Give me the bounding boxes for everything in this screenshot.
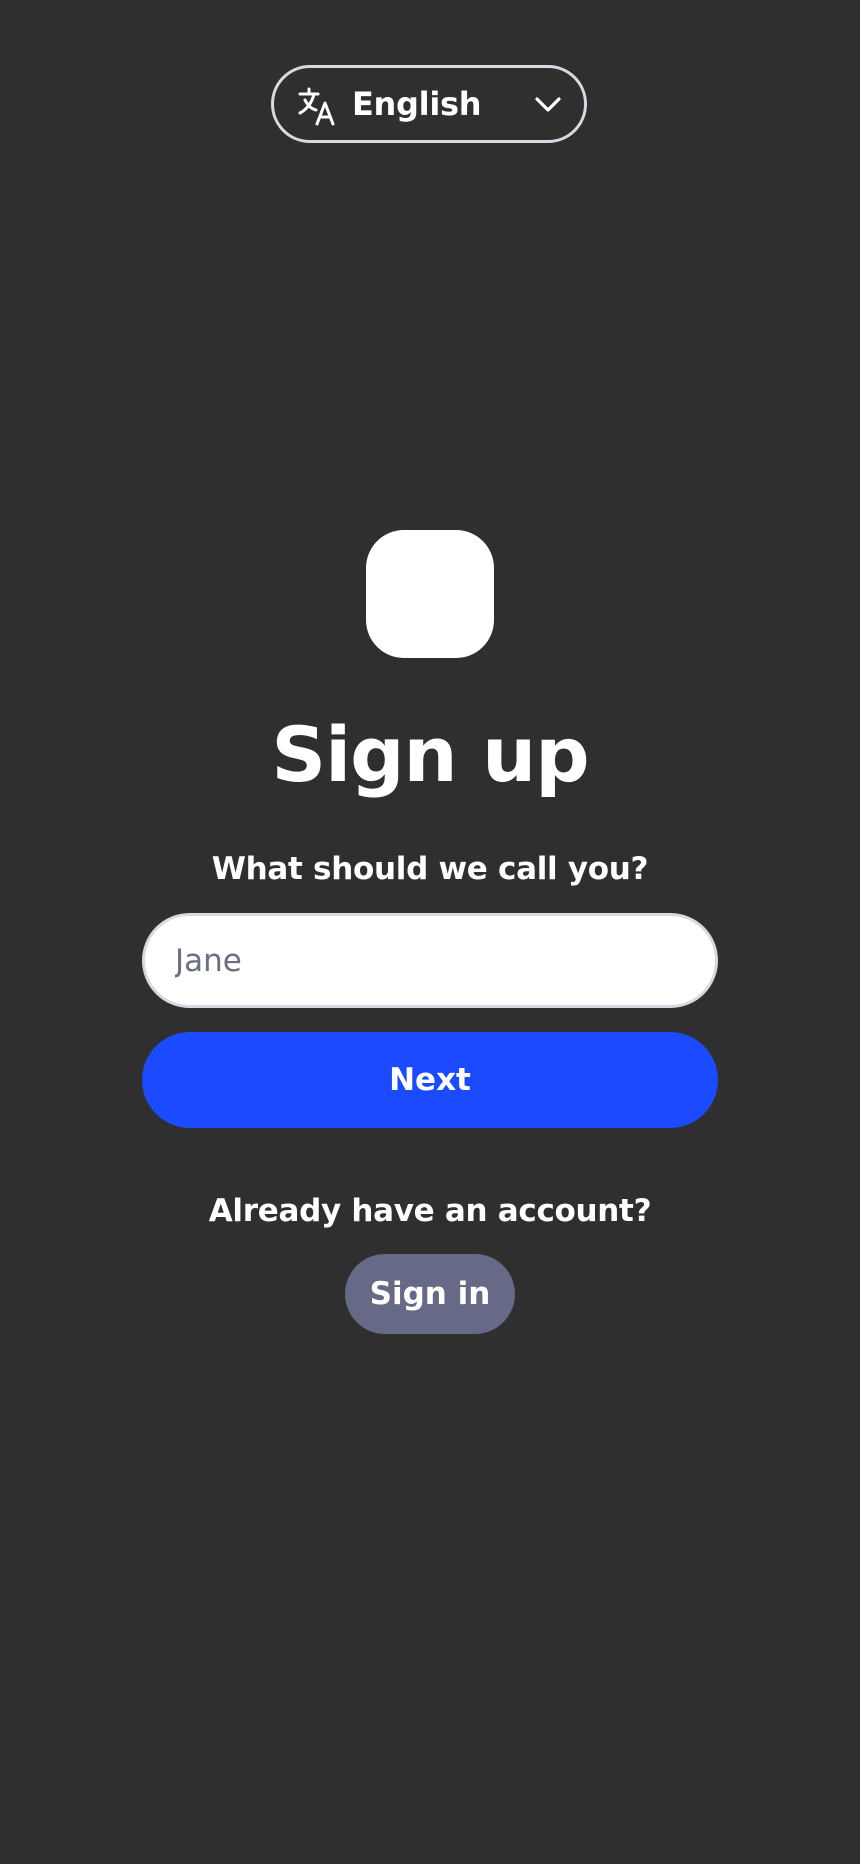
name-input[interactable] — [142, 913, 718, 1008]
app-logo — [366, 530, 494, 658]
page-title: Sign up — [271, 710, 589, 799]
account-prompt: Already have an account? — [208, 1193, 652, 1229]
name-prompt: What should we call you? — [211, 851, 649, 887]
language-selector[interactable]: English — [271, 65, 587, 143]
language-label: English — [352, 85, 482, 123]
sign-in-button[interactable]: Sign in — [345, 1254, 515, 1334]
translate-icon — [298, 87, 335, 126]
next-button[interactable]: Next — [142, 1032, 718, 1128]
chevron-down-icon — [535, 97, 561, 112]
